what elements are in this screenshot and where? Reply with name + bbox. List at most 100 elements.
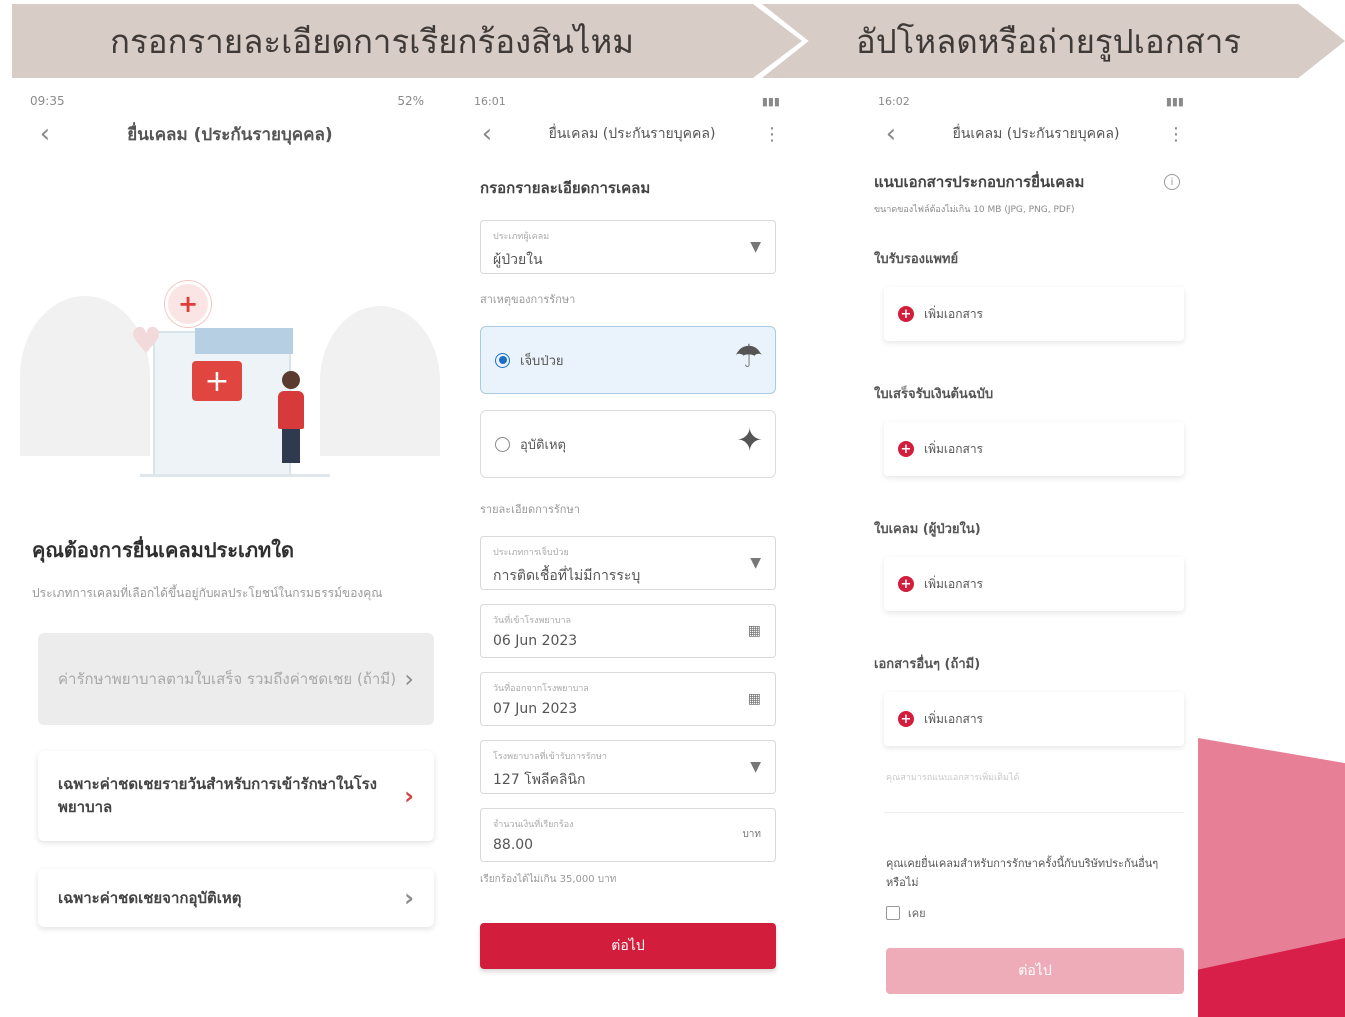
upload-claim-form[interactable]: + เพิ่มเอกสาร: [884, 557, 1184, 611]
next-button: ต่อไป: [886, 948, 1184, 995]
falling-person-icon: ✦: [736, 421, 763, 459]
status-time: 16:02: [878, 94, 910, 108]
claim-option-daily-compensation[interactable]: เฉพาะค่าชดเชยรายวันสำหรับการเข้ารักษาในโ…: [38, 751, 434, 842]
back-arrow-icon[interactable]: ‹: [30, 119, 60, 149]
back-arrow-icon[interactable]: ‹: [472, 119, 502, 149]
option-label: เฉพาะค่าชดเชยจากอุบัติเหตุ: [58, 888, 242, 907]
status-time: 16:01: [474, 94, 506, 108]
option-label: เฉพาะค่าชดเชยรายวันสำหรับการเข้ารักษาในโ…: [58, 774, 378, 817]
section-title: กรอกรายละเอียดการเคลม: [480, 179, 651, 197]
additional-docs-note: คุณสามารถแนบเอกสารเพิ่มเติมได้: [886, 773, 1020, 783]
step1-banner: กรอกรายละเอียดการเรียกร้องสินไหม: [12, 4, 802, 78]
claim-option-reimbursement: ค่ารักษาพยาบาลตามใบเสร็จ รวมถึงค่าชดเชย …: [38, 633, 434, 726]
upload-label: ใบเคลม (ผู้ป่วยใน): [874, 522, 981, 537]
divider: [884, 812, 1184, 813]
checkbox[interactable]: [886, 906, 900, 921]
status-bar: 09:35 52%: [20, 90, 440, 112]
field-label: ประเภทการเจ็บป่วย: [493, 548, 569, 558]
person-icon: [278, 371, 304, 466]
more-options-icon[interactable]: ⋮: [762, 124, 782, 145]
battery-level: 52%: [397, 94, 424, 108]
field-label: วันที่เข้าโรงพยาบาล: [493, 616, 572, 626]
info-icon[interactable]: i: [1164, 174, 1180, 190]
currency-unit: บาท: [742, 829, 761, 840]
page-subtitle: ประเภทการเคลมที่เลือกได้ขึ้นอยู่กับผลประ…: [32, 586, 383, 600]
next-button[interactable]: ต่อไป: [480, 923, 776, 969]
details-caption: รายละเอียดการรักษา: [480, 503, 580, 516]
heart-icon: ♥: [130, 321, 163, 362]
status-bar: 16:02 ▮▮▮: [866, 90, 1196, 112]
field-label: จำนวนเงินที่เรียกร้อง: [493, 820, 574, 830]
document-upload-screen: 16:02 ▮▮▮ ‹ ยื่นเคลม (ประกันรายบุคคล) ⋮ …: [866, 90, 1196, 1017]
chevron-right-icon: ›: [404, 884, 414, 913]
option-label: ค่ารักษาพยาบาลตามใบเสร็จ รวมถึงค่าชดเชย …: [58, 669, 397, 688]
upload-label: ใบเสร็จรับเงินต้นฉบับ: [874, 387, 994, 402]
field-label: ประเภทผู้เคลม: [493, 232, 550, 242]
claim-amount-field[interactable]: จำนวนเงินที่เรียกร้อง 88.00 บาท: [480, 808, 776, 862]
hospital-select[interactable]: โรงพยาบาลที่เข้ารับการรักษา 127 โพลีคลิน…: [480, 740, 776, 794]
chevron-right-icon: ›: [404, 782, 414, 811]
status-icons: ▮▮▮: [761, 94, 780, 108]
status-time: 09:35: [30, 94, 65, 108]
add-document-label: เพิ่มเอกสาร: [924, 576, 984, 591]
page-title: คุณต้องการยื่นเคลมประเภทใด: [32, 538, 294, 562]
field-value: 88.00: [493, 837, 534, 853]
screen-title: ยื่นเคลม (ประกันรายบุคคล): [548, 126, 716, 142]
illness-type-select[interactable]: ประเภทการเจ็บป่วย การติดเชื้อที่ไม่มีการ…: [480, 536, 776, 590]
status-icons: ▮▮▮: [1165, 94, 1184, 108]
app-bar: ‹ ยื่นเคลม (ประกันรายบุคคล) ⋮: [462, 112, 792, 156]
discharge-date-field[interactable]: วันที่ออกจากโรงพยาบาล 07 Jun 2023 ▦: [480, 672, 776, 726]
cause-option-illness[interactable]: เจ็บป่วย ☂: [480, 326, 776, 394]
sick-person-icon: ☂: [734, 337, 763, 375]
radio-selected-icon: [495, 352, 510, 368]
dropdown-arrow-icon: ▼: [750, 555, 761, 571]
more-options-icon[interactable]: ⋮: [1166, 124, 1186, 145]
medical-cross-icon: +: [192, 361, 242, 401]
dropdown-arrow-icon: ▼: [750, 759, 761, 775]
file-size-note: ขนาดของไฟล์ต้องไม่เกิน 10 MB (JPG, PNG, …: [874, 205, 1075, 215]
shield-icon: +: [165, 281, 211, 327]
add-document-label: เพิ่มเอกสาร: [924, 711, 984, 726]
claim-option-accident[interactable]: เฉพาะค่าชดเชยจากอุบัติเหตุ ›: [38, 869, 434, 928]
step2-banner: อัปโหลดหรือถ่ายรูปเอกสาร: [762, 4, 1345, 78]
choice-label: อุบัติเหตุ: [520, 437, 566, 453]
cause-caption: สาเหตุของการรักษา: [480, 293, 576, 306]
field-value: 06 Jun 2023: [493, 633, 578, 649]
hospital-illustration: ♥ + +: [20, 156, 440, 477]
calendar-icon: ▦: [747, 691, 761, 707]
add-icon: +: [898, 306, 914, 322]
upload-other-documents[interactable]: + เพิ่มเอกสาร: [884, 692, 1184, 746]
claimant-type-select[interactable]: ประเภทผู้เคลม ผู้ป่วยใน ▼: [480, 220, 776, 274]
back-arrow-icon[interactable]: ‹: [876, 119, 906, 149]
upload-medical-certificate[interactable]: + เพิ่มเอกสาร: [884, 287, 1184, 341]
app-bar: ‹ ยื่นเคลม (ประกันรายบุคคล) ⋮: [866, 112, 1196, 156]
cause-option-accident[interactable]: อุบัติเหตุ ✦: [480, 410, 776, 478]
field-value: การติดเชื้อที่ไม่มีการระบุ: [493, 568, 641, 584]
calendar-icon: ▦: [747, 623, 761, 639]
add-icon: +: [898, 576, 914, 592]
amount-limit-note: เรียกร้องได้ไม่เกิน 35,000 บาท: [480, 874, 617, 885]
other-insurer-checkbox-row[interactable]: เคย: [886, 904, 1196, 922]
radio-unselected-icon: [495, 436, 510, 452]
screen-title: ยื่นเคลม (ประกันรายบุคคล): [952, 126, 1120, 142]
admission-date-field[interactable]: วันที่เข้าโรงพยาบาล 06 Jun 2023 ▦: [480, 604, 776, 658]
status-bar: 16:01 ▮▮▮: [462, 90, 792, 112]
claim-type-screen: 09:35 52% ‹ ยื่นเคลม (ประกันรายบุคคล) ♥ …: [20, 90, 440, 1017]
choice-label: เจ็บป่วย: [520, 353, 564, 369]
add-icon: +: [898, 441, 914, 457]
step1-banner-text: กรอกรายละเอียดการเรียกร้องสินไหม: [110, 21, 634, 61]
app-bar: ‹ ยื่นเคลม (ประกันรายบุคคล): [20, 112, 440, 156]
add-document-label: เพิ่มเอกสาร: [924, 441, 984, 456]
dropdown-arrow-icon: ▼: [750, 239, 761, 255]
step2-banner-text: อัปโหลดหรือถ่ายรูปเอกสาร: [855, 21, 1242, 61]
upload-original-receipt[interactable]: + เพิ่มเอกสาร: [884, 422, 1184, 476]
field-value: 127 โพลีคลินิก: [493, 772, 586, 788]
field-label: โรงพยาบาลที่เข้ารับการรักษา: [493, 752, 607, 762]
upload-label: เอกสารอื่นๆ (ถ้ามี): [874, 657, 981, 672]
field-label: วันที่ออกจากโรงพยาบาล: [493, 684, 589, 694]
add-document-label: เพิ่มเอกสาร: [924, 306, 984, 321]
field-value: 07 Jun 2023: [493, 701, 578, 717]
field-value: ผู้ป่วยใน: [493, 252, 543, 268]
upload-header: แนบเอกสารประกอบการยื่นเคลม i: [874, 170, 1180, 194]
add-icon: +: [898, 711, 914, 727]
